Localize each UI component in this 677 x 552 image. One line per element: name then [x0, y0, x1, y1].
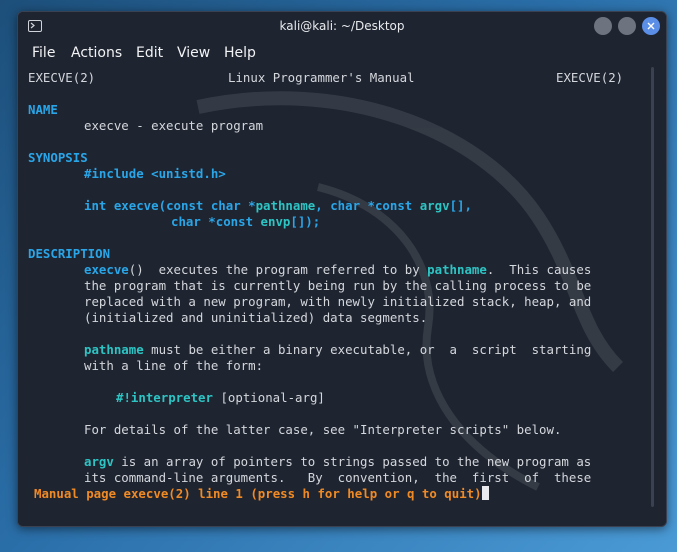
- close-icon: [647, 22, 655, 30]
- section-description: DESCRIPTION: [28, 246, 111, 261]
- desc2-line2: with a line of the form:: [84, 358, 264, 373]
- menu-help[interactable]: Help: [224, 45, 256, 61]
- terminal-window: kali@kali: ~/Desktop File Actions Edit V…: [17, 11, 667, 527]
- desc1-line4: (initialized and uninitialized) data seg…: [84, 310, 428, 325]
- desc4-line2: its command-line arguments. By conventio…: [84, 470, 592, 485]
- desc2-line1: pathname must be either a binary executa…: [84, 342, 592, 357]
- pager-status-line: Manual page execve(2) line 1 (press h fo…: [34, 486, 489, 502]
- desc1-line1: execve() executes the program referred t…: [84, 262, 592, 277]
- prototype-line-2: char *const envp[]);: [171, 214, 321, 229]
- title-bar[interactable]: kali@kali: ~/Desktop: [18, 12, 666, 42]
- maximize-button[interactable]: [618, 17, 636, 35]
- include-line: #include <unistd.h>: [84, 166, 226, 181]
- desc3-line: For details of the latter case, see "Int…: [84, 422, 562, 437]
- desc1-line2: the program that is currently being run …: [84, 278, 592, 293]
- section-name: NAME: [28, 102, 58, 117]
- terminal-output[interactable]: EXECVE(2) Linux Programmer's Manual EXEC…: [18, 67, 666, 526]
- section-synopsis: SYNOPSIS: [28, 150, 88, 165]
- man-header-right: EXECVE(2): [556, 70, 624, 85]
- desc1-line3: replaced with a new program, with newly …: [84, 294, 592, 309]
- man-header-center: Linux Programmer's Manual: [228, 70, 415, 85]
- desc4-line1: argv is an array of pointers to strings …: [84, 454, 592, 469]
- window-title: kali@kali: ~/Desktop: [279, 19, 405, 33]
- cursor: [481, 486, 489, 500]
- scrollbar[interactable]: [651, 67, 654, 507]
- name-text: execve - execute program: [84, 118, 264, 133]
- interpreter-line: #!interpreter [optional-arg]: [116, 390, 325, 405]
- menu-bar: File Actions Edit View Help: [18, 43, 666, 65]
- menu-edit[interactable]: Edit: [136, 45, 163, 61]
- man-header-left: EXECVE(2): [28, 70, 96, 85]
- close-button[interactable]: [642, 17, 660, 35]
- menu-actions[interactable]: Actions: [71, 45, 122, 61]
- menu-view[interactable]: View: [177, 45, 210, 61]
- menu-file[interactable]: File: [32, 45, 55, 61]
- minimize-button[interactable]: [594, 17, 612, 35]
- prototype-line-1: int execve(const char *pathname, char *c…: [84, 198, 472, 213]
